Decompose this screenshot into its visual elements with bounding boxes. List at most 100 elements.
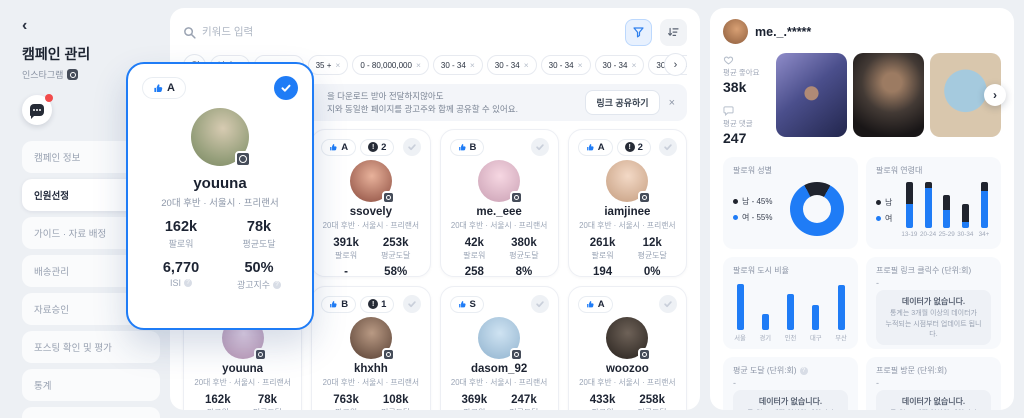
sidebar-item-statistics[interactable]: 통계 <box>22 369 160 401</box>
heart-icon <box>723 56 734 65</box>
recent-posts: › <box>776 53 1006 137</box>
reach-stat: 12k 평균도달 <box>637 237 667 260</box>
check-icon <box>536 144 544 151</box>
link-clicks-card: 프로필 링크 클릭수 (단위:회) - 데이터가 없습니다. 통계는 3개월 이… <box>866 257 1001 349</box>
camera-icon <box>510 191 524 204</box>
grade-badge: S <box>449 295 484 313</box>
filter-chip[interactable]: 30 - 34× <box>486 55 537 75</box>
chips-scroll-next-button[interactable]: › <box>664 53 687 76</box>
detail-username: me._.***** <box>755 24 812 39</box>
age-bar: 25-29 <box>939 182 955 238</box>
avatar <box>606 160 652 204</box>
influencer-meta: 20대 후반 · 서울시 · 프리랜서 <box>450 221 548 230</box>
filter-chip[interactable]: 0 - 80,000,000 × <box>352 55 429 75</box>
influencer-name: me._eee <box>476 206 522 218</box>
post-thumbnail[interactable] <box>776 53 847 137</box>
select-checkbox[interactable] <box>402 295 421 313</box>
age-bars: 13-19 20-24 25-29 30-34 34+ <box>901 182 991 238</box>
age-bar: 34+ <box>977 182 991 238</box>
no-data-box: 데이터가 없습니다. 통계는 3개월 이상의 데이터가 누적되는 시점부터 업데… <box>876 290 991 346</box>
influencer-card[interactable]: A ! 2 iamjinee 20대 후반 · 서울시 · 프리랜서 261k 팔… <box>567 129 687 277</box>
influencer-card[interactable]: S ! dasom_92 20대 후반 · 서울시 · 프리랜서 369k팔로워… <box>439 286 559 410</box>
thumb-up-icon <box>586 143 594 150</box>
avatar <box>478 317 524 361</box>
search-field[interactable] <box>183 26 617 39</box>
influencer-card[interactable]: B ! me._eee 20대 후반 · 서울시 · 프리랜서 42k팔로워 3… <box>439 129 559 277</box>
filter-button[interactable] <box>625 18 652 46</box>
filter-chip[interactable]: 35 + × <box>307 55 349 75</box>
select-checkbox[interactable] <box>530 295 549 313</box>
influencer-meta: 20대 후반 · 서울시 · 프리랜서 <box>194 378 291 387</box>
sidebar-item-posting-review[interactable]: 포스팅 확인 및 평가 <box>22 331 160 363</box>
camera-icon <box>510 348 524 361</box>
info-icon: ? <box>799 366 808 375</box>
select-checkbox[interactable] <box>530 138 549 156</box>
sort-button[interactable] <box>660 18 687 46</box>
followers-stat: 42k 팔로워 <box>463 237 486 260</box>
followers-stat: 433k팔로워 <box>589 394 616 410</box>
search-input[interactable] <box>202 26 617 38</box>
followers-stat: 162k팔로워 <box>205 394 231 410</box>
isi-stat: -ISI? <box>321 266 371 276</box>
select-checkbox[interactable] <box>659 295 677 313</box>
selected-checkbox[interactable] <box>274 76 298 100</box>
filter-chip[interactable]: 30 - 34× <box>432 55 483 75</box>
chip-remove-icon[interactable]: × <box>416 60 421 70</box>
city-chart-card: 팔로워 도시 비율 서울 경기 인천 대구 부산 <box>723 257 858 349</box>
select-checkbox[interactable] <box>659 138 677 156</box>
post-thumbnail[interactable] <box>853 53 924 137</box>
influencer-meta: 20대 후반 · 서울시 · 프리랜서 <box>322 378 420 387</box>
info-icon: ? <box>184 279 192 287</box>
grade-badge: A <box>577 138 613 156</box>
detail-header: me._.***** <box>723 19 1001 44</box>
thumb-up-icon <box>154 83 163 92</box>
alert-badge: ! 2 <box>360 138 395 156</box>
influencer-meta: 20대 후반 · 서울시 · 프리랜서 <box>161 198 279 209</box>
camera-icon <box>253 348 267 361</box>
posts-next-button[interactable]: › <box>984 84 1006 106</box>
influencer-name: iamjinee <box>604 206 651 218</box>
avatar <box>606 317 652 361</box>
analytics-grid: 팔로워 성별 남 - 45% 여 - 55% 팔로워 연령대 남 여 13-19… <box>723 157 1001 410</box>
influencer-card[interactable]: B ! 1 khxhh 20대 후반 · 서울시 · 프리랜서 763k팔로워 … <box>311 286 431 410</box>
detail-body: 평균 좋아요 38k 평균 댓글 247 › <box>723 53 1006 146</box>
reach-stat: 253k 평균도달 <box>380 237 411 260</box>
select-checkbox[interactable] <box>402 138 421 156</box>
grade-badge: B <box>321 295 357 313</box>
share-link-button[interactable]: 링크 공유하기 <box>585 90 660 115</box>
selected-influencer-card[interactable]: A youuna 20대 후반 · 서울시 · 프리랜서 162k 팔로워 78… <box>126 62 314 330</box>
influencer-card[interactable]: A ! 2 ssovely 20대 후반 · 서울시 · 프리랜서 391k 팔로… <box>311 129 431 277</box>
camera-icon <box>638 191 652 204</box>
followers-stat: 261k 팔로워 <box>589 237 616 260</box>
followers-stat: 763k팔로워 <box>333 394 359 410</box>
chat-button[interactable] <box>22 94 53 125</box>
thumb-up-icon <box>330 143 337 150</box>
filter-chip[interactable]: 30 - 34× <box>540 55 591 75</box>
chip-remove-icon[interactable]: × <box>335 60 340 70</box>
chip-remove-icon[interactable]: × <box>578 60 583 70</box>
thumb-up-icon <box>586 300 594 307</box>
chip-remove-icon[interactable]: × <box>631 60 636 70</box>
notice-close-icon[interactable]: × <box>669 97 675 109</box>
back-icon[interactable]: ‹ <box>22 18 168 34</box>
sidebar-item-settlement[interactable]: 정산 <box>22 407 160 418</box>
avg-likes-stat: 평균 좋아요 38k <box>723 55 767 95</box>
thumb-up-icon <box>458 300 466 307</box>
page-title: 캠페인 관리 <box>22 46 91 62</box>
app-window: ‹ 캠페인 관리 인스타그램 캠페인 정보 인원선정 가이드 · 자료 배정 배… <box>0 0 1024 418</box>
notice-text: 을 다운로드 받아 전달하지않아도 지와 동일한 페이지를 광고주와 함께 공유… <box>327 91 518 114</box>
city-bar: 서울 <box>733 284 747 342</box>
influencer-card[interactable]: A ! woozoo 20대 후반 · 서울시 · 프리랜서 433k팔로워 2… <box>567 286 687 410</box>
filter-chip[interactable]: 30 - 34× <box>594 55 645 75</box>
ad-index-stat: 0%광고지수? <box>627 266 677 276</box>
chip-remove-icon[interactable]: × <box>524 60 529 70</box>
avatar <box>478 160 524 204</box>
comment-icon <box>723 106 734 116</box>
chip-remove-icon[interactable]: × <box>470 60 475 70</box>
alert-badge: ! 1 <box>360 295 395 313</box>
influencer-name: khxhh <box>353 363 388 375</box>
platform-label: 인스타그램 <box>22 70 64 80</box>
detail-panel: me._.***** 평균 좋아요 38k 평균 댓글 247 › 팔로워 성별… <box>710 8 1014 410</box>
reach-stat: 258k평균도달 <box>637 394 666 410</box>
influencer-name: woozoo <box>605 363 649 375</box>
